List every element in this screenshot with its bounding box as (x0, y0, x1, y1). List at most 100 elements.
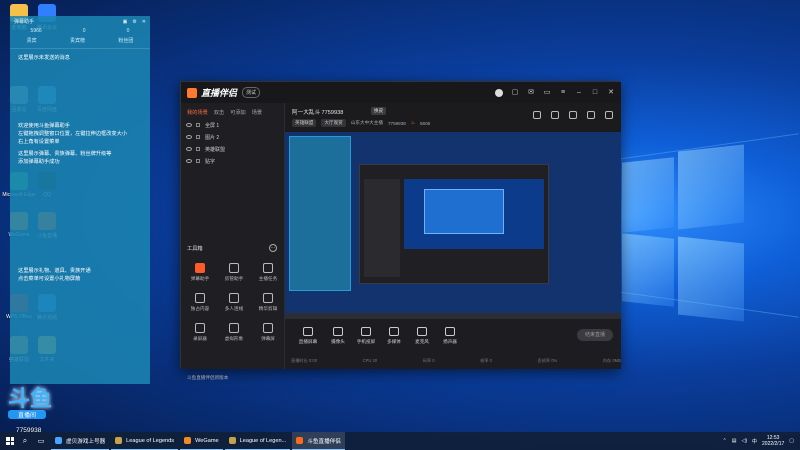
status-item: 内存 0MB (602, 358, 621, 363)
category-tag[interactable]: 英雄联盟 (292, 119, 317, 127)
tool-icon (229, 323, 239, 333)
tool-button[interactable]: 独占内容 (185, 293, 215, 312)
tool-label: 虚拟形象 (224, 336, 244, 341)
source-item[interactable]: 图片 2 (181, 131, 284, 143)
taskbar-item[interactable]: 斗鱼直播伴侣 (292, 432, 345, 450)
tool-button[interactable]: 弹幕屏 (253, 323, 283, 342)
close-icon[interactable]: ✕ (142, 19, 146, 25)
taskbar-item[interactable]: 虚贝游戏上号器 (51, 432, 110, 450)
app-icon (296, 437, 304, 444)
tool-button[interactable]: 房管助手 (219, 263, 249, 282)
share-icon[interactable] (605, 111, 613, 119)
source-icon (445, 327, 455, 336)
left-footer-notice[interactable]: 斗鱼直播伴侣新版本 (187, 375, 228, 381)
add-source-button[interactable]: 手机投屏 (351, 327, 381, 345)
add-source-button[interactable]: 摄像头 (323, 327, 353, 345)
bag-icon[interactable] (569, 111, 577, 119)
lock-icon[interactable] (196, 159, 200, 163)
add-source-button[interactable]: 麦克风 (407, 327, 437, 345)
danmaku-panel-title: 弹幕助手 (14, 19, 35, 25)
network-icon[interactable]: ▤ (732, 438, 737, 444)
eye-icon[interactable] (186, 147, 192, 151)
ime-icon[interactable]: 中 (752, 438, 757, 445)
status-strip: 直播时长 0:00 CPU 20 码率 0 帧率 0 丢帧率 0% 内存 0MB (291, 358, 621, 364)
volume-icon[interactable]: ◁) (741, 438, 747, 444)
eye-icon[interactable] (186, 123, 192, 127)
taskbar-item[interactable]: League of Legen... (224, 432, 291, 450)
go-live-button[interactable]: 结束直播 (577, 329, 613, 341)
start-button[interactable] (3, 432, 17, 450)
tool-label: 弹幕助手 (190, 276, 210, 281)
preview-nested-window (359, 164, 549, 284)
tab-my-scene[interactable]: 我的场景 (187, 109, 208, 116)
tool-icon (195, 323, 205, 333)
tab-scene[interactable]: 场景 (252, 109, 262, 116)
clock[interactable]: 12:53 2022/2/17 (762, 435, 784, 447)
subcategory-tag[interactable]: 大厅观赏 (321, 119, 346, 127)
tab-scene[interactable]: 可添加 (230, 109, 246, 116)
menu-icon[interactable]: ≡ (559, 89, 567, 97)
tool-button[interactable]: 主播任务 (253, 263, 283, 282)
close-icon[interactable]: ✕ (607, 89, 615, 97)
lock-icon[interactable] (196, 135, 200, 139)
notification-icon[interactable] (587, 111, 595, 119)
tool-button[interactable]: 虚拟形象 (219, 323, 249, 342)
chat-message: 添加弹幕助手成功 (18, 159, 60, 165)
gift-icon[interactable]: ▢ (511, 89, 519, 97)
gift-box-icon[interactable] (533, 111, 541, 119)
danmaku-assistant-panel[interactable]: 弹幕助手 ▣ ⚙ ✕ 5966 0 0 贵宾 贵宾榜 粉丝团 这里展示未发送的消… (10, 16, 150, 384)
chat-message: 这里展示礼物、道具、贵族开通 (18, 268, 91, 274)
source-icon (417, 327, 427, 336)
heat-count: 5606 (419, 120, 431, 126)
tool-button[interactable]: 录屏器 (185, 323, 215, 342)
room-edit-button[interactable]: 换皮 (371, 107, 387, 115)
tool-button[interactable]: 弹幕助手 (185, 263, 215, 282)
lock-icon[interactable] (551, 111, 559, 119)
task-view-icon[interactable]: ▭ (33, 432, 49, 450)
add-source-label: 手机投屏 (356, 339, 376, 344)
screen-icon[interactable]: ▭ (543, 89, 551, 97)
eye-icon[interactable] (186, 159, 192, 163)
chevron-up-icon[interactable]: ⌃ (723, 438, 727, 444)
lock-icon[interactable]: ▣ (123, 19, 128, 25)
source-item[interactable]: 全屏 1 (181, 119, 284, 131)
notification-icon[interactable]: ▢ (789, 438, 794, 444)
more-tools-icon[interactable]: ⋯ (269, 244, 277, 252)
stat-value: 0 (82, 28, 86, 34)
tool-button[interactable]: 多人连线 (219, 293, 249, 312)
settings-icon[interactable]: ⚙ (132, 19, 136, 25)
eye-icon[interactable] (186, 135, 192, 139)
avatar[interactable] (495, 88, 503, 97)
add-source-label: 多媒体 (387, 339, 401, 344)
system-tray: ⌃ ▤ ◁) 中 12:53 2022/2/17 ▢ (723, 435, 800, 447)
stat-value: 0 (126, 28, 130, 34)
source-item[interactable]: 英雄联盟 (181, 143, 284, 155)
windows-icon (6, 437, 14, 445)
taskbar-item[interactable]: League of Legends (111, 432, 179, 450)
chat-message: 这里展示未发送的消息 (18, 55, 70, 61)
status-item: 丢帧率 0% (537, 358, 558, 363)
maximize-icon[interactable]: □ (591, 89, 599, 97)
add-source-button[interactable]: 扬声器 (435, 327, 465, 345)
taskbar-item[interactable]: WeGame (180, 432, 223, 450)
app-icon (184, 437, 192, 444)
version-badge[interactable]: 测试 (242, 87, 261, 98)
chat-message: 点击菜单可设置小礼物屏蔽 (18, 276, 81, 282)
live-companion-window[interactable]: 直播伴侣 测试 ▢ ✉ ▭ ≡ – □ ✕ 我的场景 双击 可添加 场景 全屏 … (180, 81, 621, 380)
tool-label: 多人连线 (224, 306, 244, 311)
mail-icon[interactable]: ✉ (527, 89, 535, 97)
lock-icon[interactable] (196, 147, 200, 151)
tab-scene[interactable]: 双击 (214, 109, 224, 116)
minimize-icon[interactable]: – (575, 89, 583, 97)
title-bar[interactable]: 直播伴侣 测试 ▢ ✉ ▭ ≡ – □ ✕ (181, 82, 621, 103)
stat-label: 贵宾榜 (69, 38, 85, 44)
room-id: 7759938 (387, 120, 406, 126)
tool-button[interactable]: 精华剪辑 (253, 293, 283, 312)
source-icon (389, 327, 399, 336)
add-source-button[interactable]: 多媒体 (379, 327, 409, 345)
preview-nested-chat (289, 136, 351, 291)
search-icon[interactable]: ⌕ (17, 432, 33, 450)
lock-icon[interactable] (196, 123, 200, 127)
source-item[interactable]: 贴字 (181, 155, 284, 167)
add-source-button[interactable]: 直播屏幕 (293, 327, 323, 345)
